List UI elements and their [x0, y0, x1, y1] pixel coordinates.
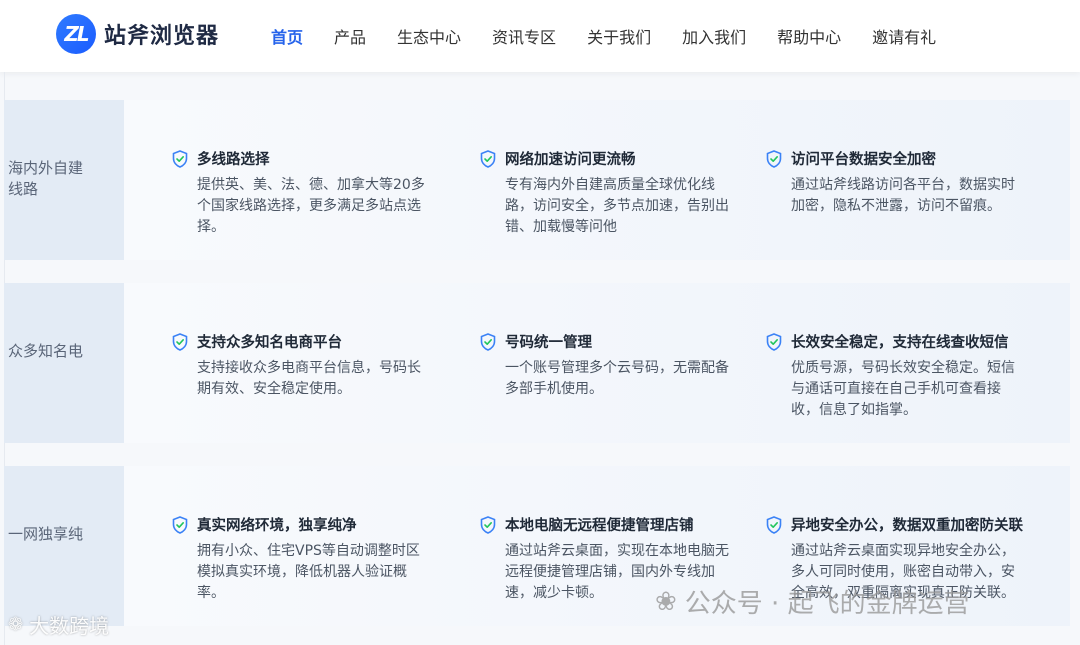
watermark-right: ❀ 公众号 · 起飞的金牌运营	[655, 583, 970, 620]
section-label-line: 一网独享纯	[8, 525, 84, 543]
feature-description: 拥有小众、住宅VPS等自动调整时区 模拟真实环境，降低机器人验证概 率。	[197, 543, 420, 601]
feature-card: 访问平台数据安全加密 通过站斧线路访问各平台，数据实时 加密，隐私不泄露，访问不…	[766, 148, 1015, 217]
feature-title: 网络加速访问更流畅	[505, 152, 636, 168]
feature-title: 号码统一管理	[505, 335, 592, 351]
feature-card: 多线路选择 提供英、美、法、德、加拿大等20多 个国家线路选择，更多满足多站点选…	[172, 148, 425, 238]
shield-check-icon	[172, 332, 188, 351]
section-label-line: 众多知名电	[8, 342, 84, 360]
feature-title: 访问平台数据安全加密	[791, 152, 936, 168]
feature-description: 通过站斧线路访问各平台，数据实时 加密，隐私不泄露，访问不留痕。	[791, 177, 1015, 214]
section-tab-label[interactable]: 海内外自建 线路	[4, 100, 124, 260]
section-content: 支持众多知名电商平台 支持接收众多电商平台信息，号码长 期有效、安全稳定使用。 …	[124, 283, 1070, 443]
wechat-icon: ❀	[655, 586, 677, 617]
feature-title: 支持众多知名电商平台	[197, 335, 342, 351]
nav-item-about[interactable]: 关于我们	[587, 24, 651, 48]
brand-name: 站斧浏览器	[104, 24, 220, 49]
brand-logo-icon: ZL	[56, 14, 96, 54]
nav-item-home[interactable]: 首页	[271, 24, 303, 48]
feature-card: 号码统一管理 一个账号管理多个云号码，无需配备 多部手机使用。	[480, 331, 729, 400]
nav-item-invite[interactable]: 邀请有礼	[872, 24, 936, 48]
feature-description: 支持接收众多电商平台信息，号码长 期有效、安全稳定使用。	[197, 360, 421, 397]
feature-title: 真实网络环境，独享纯净	[197, 518, 357, 534]
feature-card: 支持众多知名电商平台 支持接收众多电商平台信息，号码长 期有效、安全稳定使用。	[172, 331, 421, 400]
section-label-line: 线路	[8, 180, 39, 198]
nav-item-ecosystem[interactable]: 生态中心	[397, 24, 461, 48]
shield-check-icon	[766, 149, 782, 168]
feature-section-lines: 海内外自建 线路 多线路选择 提供英、美、法、德、加拿大等20多 个国家线路选择…	[4, 100, 1070, 260]
top-navbar: ZL 站斧浏览器 首页 产品 生态中心 资讯专区 关于我们 加入我们 帮助中心 …	[0, 0, 1080, 72]
watermark-left-text: 大数跨境	[29, 614, 110, 638]
shield-check-icon	[480, 149, 496, 168]
section-tab-label[interactable]: 一网独享纯	[4, 466, 124, 626]
nav-item-products[interactable]: 产品	[334, 24, 366, 48]
section-label-line: 海内外自建	[8, 159, 84, 177]
main-nav: 首页 产品 生态中心 资讯专区 关于我们 加入我们 帮助中心 邀请有礼	[271, 0, 967, 72]
feature-title: 长效安全稳定，支持在线查收短信	[791, 335, 1009, 351]
feature-description: 一个账号管理多个云号码，无需配备 多部手机使用。	[505, 360, 729, 397]
feature-section-sms: 众多知名电 支持众多知名电商平台 支持接收众多电商平台信息，号码长 期有效、安全…	[4, 283, 1070, 443]
feature-card: 网络加速访问更流畅 专有海内外自建高质量全球优化线 路，访问安全，多节点加速，告…	[480, 148, 729, 238]
feature-description: 优质号源，号码长效安全稳定。短信 与通话可直接在自己手机可查看接 收，信息了如指…	[791, 360, 1015, 418]
feature-title: 本地电脑无远程便捷管理店铺	[505, 518, 694, 534]
feature-card: 长效安全稳定，支持在线查收短信 优质号源，号码长效安全稳定。短信 与通话可直接在…	[766, 331, 1015, 421]
feature-title: 异地安全办公，数据双重加密防关联	[791, 518, 1023, 534]
nav-item-join[interactable]: 加入我们	[682, 24, 746, 48]
section-tab-label[interactable]: 众多知名电	[4, 283, 124, 443]
bubble-icon: ❁	[8, 614, 24, 635]
feature-description: 专有海内外自建高质量全球优化线 路，访问安全，多节点加速，告别出 错、加载慢等问…	[505, 177, 729, 235]
shield-check-icon	[766, 515, 782, 534]
shield-check-icon	[172, 515, 188, 534]
feature-title: 多线路选择	[197, 152, 270, 168]
brand-logo[interactable]: ZL 站斧浏览器	[56, 14, 219, 54]
shield-check-icon	[480, 332, 496, 351]
watermark-left: ❁ 大数跨境	[8, 610, 109, 639]
shield-check-icon	[172, 149, 188, 168]
feature-card: 真实网络环境，独享纯净 拥有小众、住宅VPS等自动调整时区 模拟真实环境，降低机…	[172, 514, 420, 604]
nav-item-news[interactable]: 资讯专区	[492, 24, 556, 48]
shield-check-icon	[480, 515, 496, 534]
shield-check-icon	[766, 332, 782, 351]
feature-description: 提供英、美、法、德、加拿大等20多 个国家线路选择，更多满足多站点选 择。	[197, 177, 425, 235]
nav-item-help[interactable]: 帮助中心	[777, 24, 841, 48]
section-content: 多线路选择 提供英、美、法、德、加拿大等20多 个国家线路选择，更多满足多站点选…	[124, 100, 1070, 260]
watermark-right-text: 公众号 · 起飞的金牌运营	[684, 589, 970, 619]
